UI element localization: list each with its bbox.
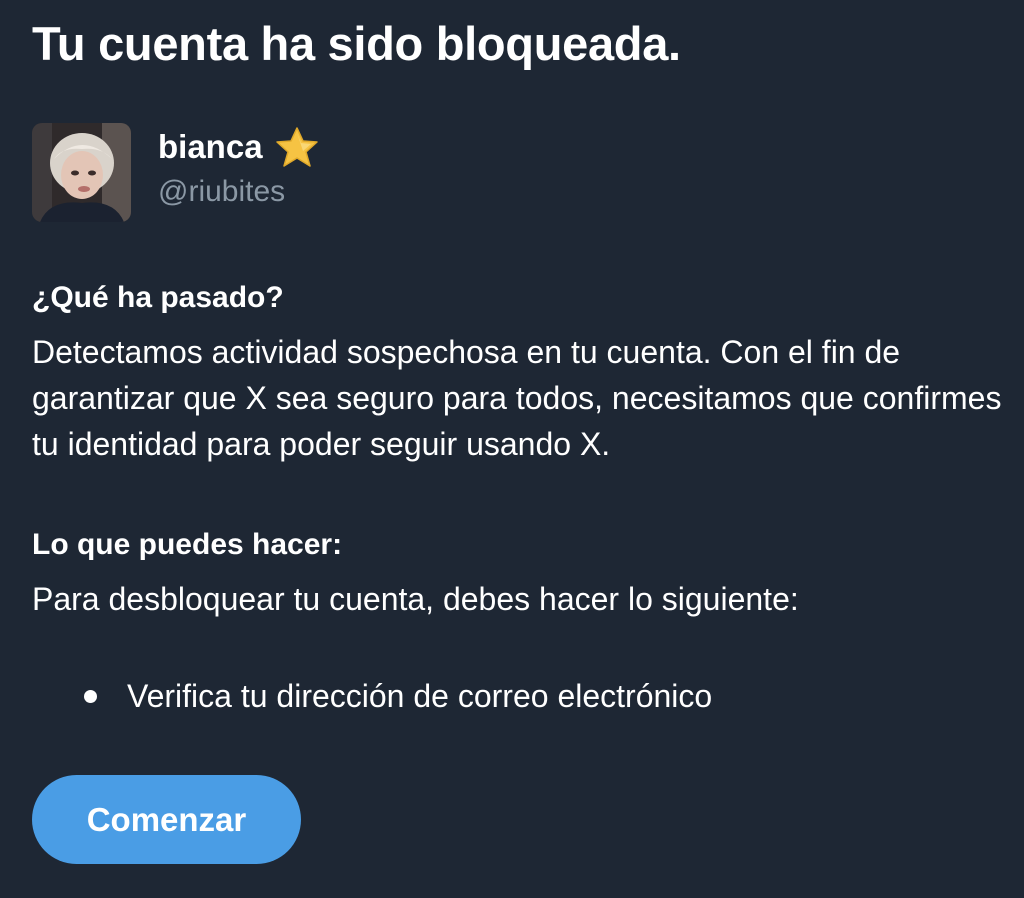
account-handle: @riubites: [158, 175, 286, 208]
what-you-can-do-heading: Lo que puedes hacer:: [32, 528, 343, 561]
page-title: Tu cuenta ha sido bloqueada.: [32, 17, 681, 70]
profile-text: bianca @riubites: [158, 125, 319, 214]
steps-list: Verifica tu dirección de correo electrón…: [32, 673, 712, 719]
display-name-row: bianca: [158, 125, 319, 169]
bullet-icon: [84, 689, 97, 703]
what-you-can-do-text: Para desbloquear tu cuenta, debes hacer …: [32, 581, 799, 617]
what-happened-text: Detectamos actividad sospechosa en tu cu…: [32, 334, 1002, 462]
start-button[interactable]: Comenzar: [32, 775, 301, 864]
list-item: Verifica tu dirección de correo electrón…: [32, 673, 712, 719]
avatar: [32, 123, 131, 222]
avatar-photo-icon: [32, 123, 131, 222]
account-profile: bianca @riubites: [32, 123, 319, 222]
display-name: bianca: [158, 128, 263, 165]
star-icon: [275, 126, 319, 168]
what-happened-heading: ¿Qué ha pasado?: [32, 281, 284, 314]
step-label: Verifica tu dirección de correo electrón…: [127, 678, 713, 714]
